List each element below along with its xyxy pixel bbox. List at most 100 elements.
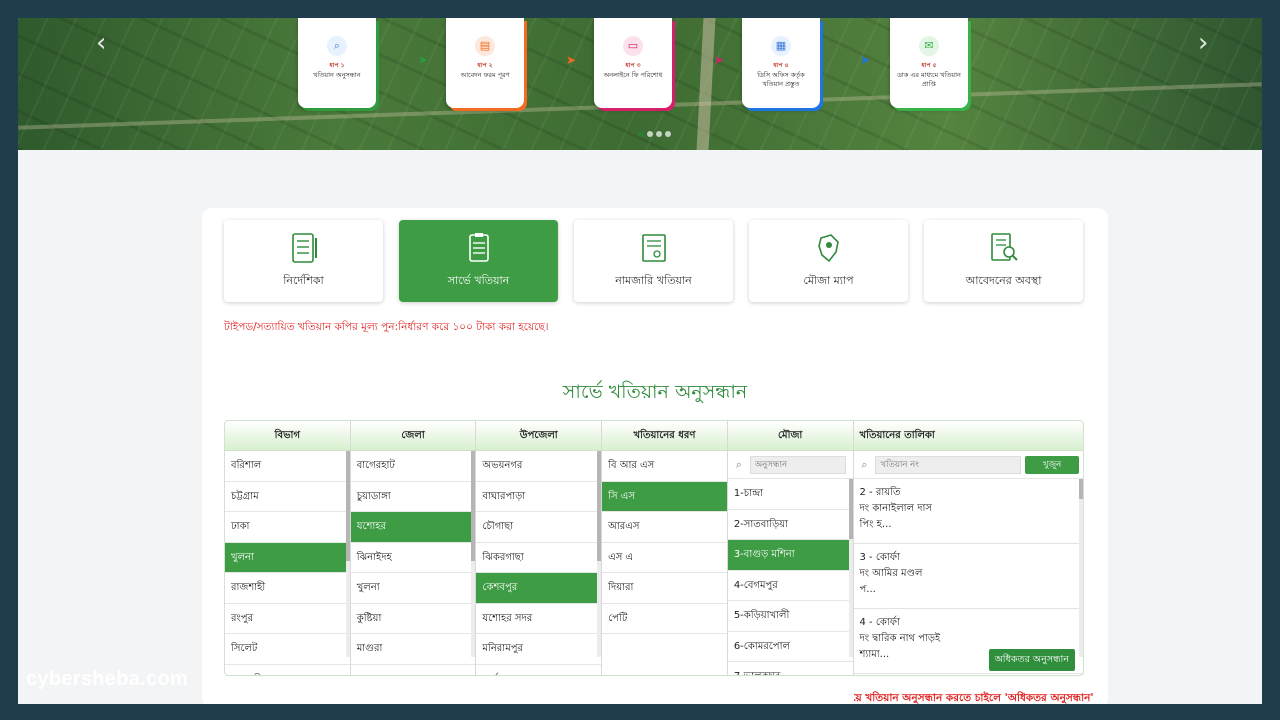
list-item[interactable]: সি এস [602, 481, 727, 512]
list-item[interactable]: বি আর এস [602, 451, 727, 482]
tile-label: নির্দেশিকা [283, 274, 324, 287]
map-pin-icon [811, 230, 847, 266]
list-item[interactable]: 7-ভালুকঘর [728, 662, 853, 675]
list-item[interactable]: 5-কড়িয়াখালী [727, 601, 853, 632]
mouza-search-input[interactable] [749, 455, 846, 474]
list-item[interactable]: সিলেট [225, 634, 350, 665]
list-item[interactable]: 3-বাগুড় মশিনা [727, 540, 853, 571]
advanced-search-button[interactable]: অধিকতর অনুসন্ধান [988, 649, 1075, 671]
list-item[interactable]: খুলনা [225, 542, 350, 573]
scrollbar[interactable] [471, 451, 476, 657]
list-item[interactable]: ঢাকা [225, 512, 350, 543]
khatian-result-item[interactable]: 2 - রায়তি দং কানাইলাল দাস পিং হ... [853, 479, 1083, 544]
list-item[interactable]: চৌগাছা [476, 512, 602, 543]
chevron-right-icon: ➤ [566, 53, 577, 67]
list-item[interactable]: বরিশাল [225, 451, 350, 482]
list-item[interactable]: যশোহর [350, 512, 476, 543]
step-title: ধাপ ৩ [625, 62, 641, 69]
list-item[interactable]: ঝিকরগাছা [476, 543, 602, 573]
list-item[interactable]: বাগেরহাট [350, 451, 476, 482]
tile-survey-khatian[interactable]: সার্ভে খতিয়ান [399, 220, 558, 302]
division-column: বিভাগ বরিশাল চট্টগ্রাম ঢাকা খুলনা রাজশাহী রংপ… [225, 421, 351, 676]
khatian-result-line1: 2 - রায়তি [859, 487, 901, 498]
list-item[interactable]: রংপুর [225, 604, 350, 634]
scrollbar[interactable] [345, 451, 350, 657]
list-item[interactable]: শার্শা [476, 665, 601, 676]
tile-guideline[interactable]: নির্দেশিকা [224, 220, 383, 302]
tile-application-status[interactable]: আবেদনের অবস্থা [924, 220, 1083, 302]
list-item[interactable]: মেহেরপুর [351, 665, 476, 676]
scrollbar[interactable] [848, 479, 853, 657]
step-title: ধাপ ৪ [773, 62, 789, 69]
khatian-result-line2: দং আমির মণ্ডল [859, 568, 923, 579]
khatian-type-list: বি আর এস সি এস আরএস এস এ দিয়ারা পেটি [602, 451, 727, 634]
mouza-column: মৌজা ⌕ 1-চান্দ্রা2-সাতবাড়িয়া3-বাগুড় ম… [727, 421, 854, 675]
app-frame: ‹ › ⌕ ধাপ ১ খতিয়ান অনুসন্ধান ➤ ▤ ধাপ ২ … [18, 18, 1262, 704]
list-item[interactable]: অভয়নগর [476, 451, 602, 482]
tile-label: মৌজা ম্যাপ [803, 274, 854, 287]
step-card-5: ✉ ধাপ ৫ ডাক এর মাধ্যমে খতিয়ান প্রাপ্তি [890, 18, 968, 108]
step-title: ধাপ ৫ [921, 62, 937, 69]
list-item[interactable]: মাগুরা [350, 634, 476, 665]
step-card-3: ▭ ধাপ ৩ অনলাইনে ফি পরিশোধ [594, 18, 672, 108]
banner-road [696, 18, 716, 150]
list-item[interactable]: চুয়াডাঙ্গা [350, 482, 476, 512]
list-item[interactable]: কেশবপুর [476, 573, 602, 604]
carousel-prev-icon[interactable]: ‹ [96, 28, 106, 58]
scrollbar-thumb[interactable] [471, 451, 476, 561]
list-item[interactable]: যশোহর সদর [476, 604, 602, 634]
khatian-result-line3: প... [859, 584, 876, 595]
carousel-dot[interactable] [647, 131, 653, 137]
tile-mutation-khatian[interactable]: নামজারি খতিয়ান [574, 220, 733, 302]
column-header: বিভাগ [225, 421, 350, 451]
list-item[interactable]: 1-চান্দ্রা [727, 479, 853, 510]
list-item[interactable]: 4-বেগমপুর [727, 571, 853, 601]
upazila-list: অভয়নগর বাঘারপাড়া চৌগাছা ঝিকরগাছা কেশবপুর যশ… [476, 451, 602, 676]
list-item[interactable]: 6-কোমরপোল [727, 632, 853, 662]
price-notice: টাইপড/সত্যায়িত খতিয়ান কপির মূল্য পুন:ন… [224, 321, 549, 333]
khatian-result-line2: দং দ্বারিক নাথ পাড়ই [859, 633, 941, 644]
step-title: ধাপ ১ [329, 62, 345, 69]
list-item[interactable]: ময়মনসিংহ [225, 665, 350, 676]
list-item[interactable]: 2-সাতবাড়িয়া [727, 510, 853, 540]
clipboard-icon [461, 230, 497, 266]
list-item[interactable]: দিয়ারা [602, 573, 727, 604]
list-item[interactable]: বাঘারপাড়া [476, 482, 602, 512]
scrollbar[interactable] [597, 451, 602, 657]
tile-mouza-map[interactable]: মৌজা ম্যাপ [749, 220, 908, 302]
list-item[interactable]: এস এ [602, 543, 727, 573]
list-item[interactable]: মনিরামপুর [476, 634, 602, 665]
search-icon: ⌕ [735, 457, 742, 471]
scrollbar-thumb[interactable] [1078, 479, 1083, 499]
step-text: ডিসি অফিস কর্তৃক খতিয়ান প্রস্তুত [757, 71, 805, 88]
scrollbar-thumb[interactable] [848, 479, 853, 539]
list-item[interactable]: খুলনা [350, 573, 476, 604]
list-item[interactable]: আরএস [602, 512, 727, 543]
khatian-result-item[interactable]: 3 - কোর্ফা দং আমির মণ্ডল প... [853, 544, 1083, 609]
carousel-next-icon[interactable]: › [1198, 28, 1208, 58]
list-item[interactable]: রাজশাহী [225, 573, 350, 604]
carousel-dot[interactable] [656, 131, 662, 137]
list-item[interactable]: ঝিনাইদহ [350, 543, 476, 573]
khatian-result-list: 2 - রায়তি দং কানাইলাল দাস পিং হ... 3 - কোর… [853, 479, 1083, 674]
list-item[interactable]: পেটি [602, 604, 727, 634]
chevron-right-icon: ➤ [860, 53, 871, 67]
chevron-right-icon: ➤ [418, 53, 429, 67]
search-button[interactable]: খুজুন [1025, 455, 1079, 474]
carousel-dot[interactable] [638, 131, 644, 137]
carousel-dot[interactable] [665, 131, 671, 137]
hero-banner: ‹ › ⌕ ধাপ ১ খতিয়ান অনুসন্ধান ➤ ▤ ধাপ ২ … [18, 18, 1262, 150]
scrollbar-thumb[interactable] [345, 451, 350, 561]
scrollbar-thumb[interactable] [597, 451, 602, 561]
district-column: জেলা বাগেরহাট চুয়াডাঙ্গা যশোহর ঝিনাইদহ খুলন… [350, 421, 477, 676]
search-icon: ⌕ [327, 36, 347, 56]
certificate-icon [636, 230, 672, 266]
list-item[interactable]: চট্টগ্রাম [225, 482, 350, 512]
district-list: বাগেরহাট চুয়াডাঙ্গা যশোহর ঝিনাইদহ খুলনা কুষ্… [350, 451, 476, 676]
list-item[interactable]: কুষ্টিয়া [350, 604, 476, 634]
scrollbar[interactable] [1078, 479, 1083, 657]
khatian-number-input[interactable] [875, 455, 1022, 474]
step-card-1: ⌕ ধাপ ১ খতিয়ান অনুসন্ধান [298, 18, 376, 108]
column-header: খতিয়ানের ধরণ [602, 421, 727, 451]
step-text: ডাক এর মাধ্যমে খতিয়ান প্রাপ্তি [897, 71, 961, 88]
